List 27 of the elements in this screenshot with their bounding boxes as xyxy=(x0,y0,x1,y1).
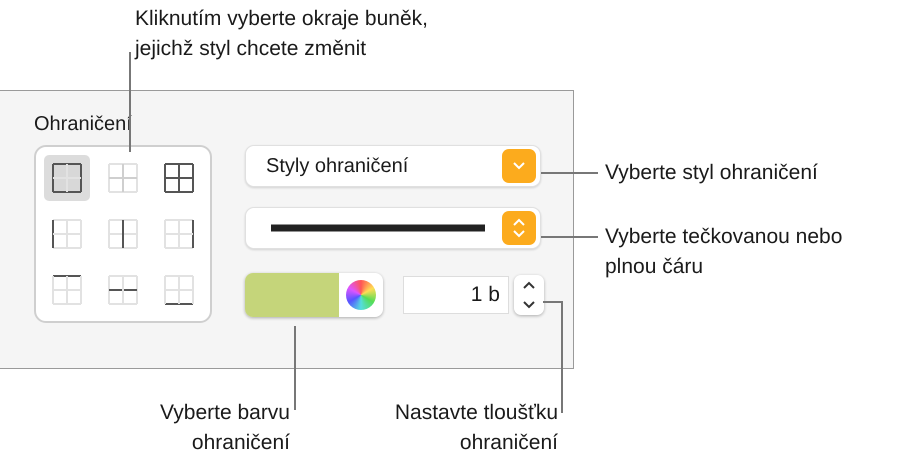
line-style-popup[interactable] xyxy=(245,207,541,249)
border-icon xyxy=(52,275,82,305)
border-style-popup[interactable]: Styly ohraničení xyxy=(245,145,541,187)
callout-text: Nastavte tloušťku ohraničení xyxy=(394,400,558,456)
border-icon xyxy=(108,163,138,193)
border-icon xyxy=(164,163,194,193)
border-icon xyxy=(164,275,194,305)
callout-text: Vyberte tečkovanou nebo plnou čáru xyxy=(605,224,844,280)
border-icon xyxy=(108,275,138,305)
width-field[interactable]: 1 b xyxy=(403,276,509,314)
border-button[interactable] xyxy=(44,155,90,201)
up-down-chevron-icon xyxy=(502,211,536,245)
color-swatch[interactable] xyxy=(245,273,339,317)
border-icon xyxy=(52,219,82,249)
color-wheel-icon[interactable] xyxy=(346,280,376,310)
callout-text: Vyberte styl ohraničení xyxy=(605,160,818,186)
callout-text: Vyberte barvu ohraničení xyxy=(159,400,290,456)
border-icon xyxy=(52,163,82,193)
chevron-up-icon xyxy=(522,280,536,290)
callout-text: Kliknutím vyberte okraje buněk, jejichž styl chcete změnit xyxy=(135,6,429,62)
border-icon xyxy=(108,219,138,249)
stepper[interactable] xyxy=(514,275,544,315)
leader-line xyxy=(541,172,598,174)
chevron-down-icon xyxy=(502,149,536,183)
chevron-down-icon xyxy=(522,300,536,310)
border-icon xyxy=(164,219,194,249)
leader-line xyxy=(541,236,598,238)
